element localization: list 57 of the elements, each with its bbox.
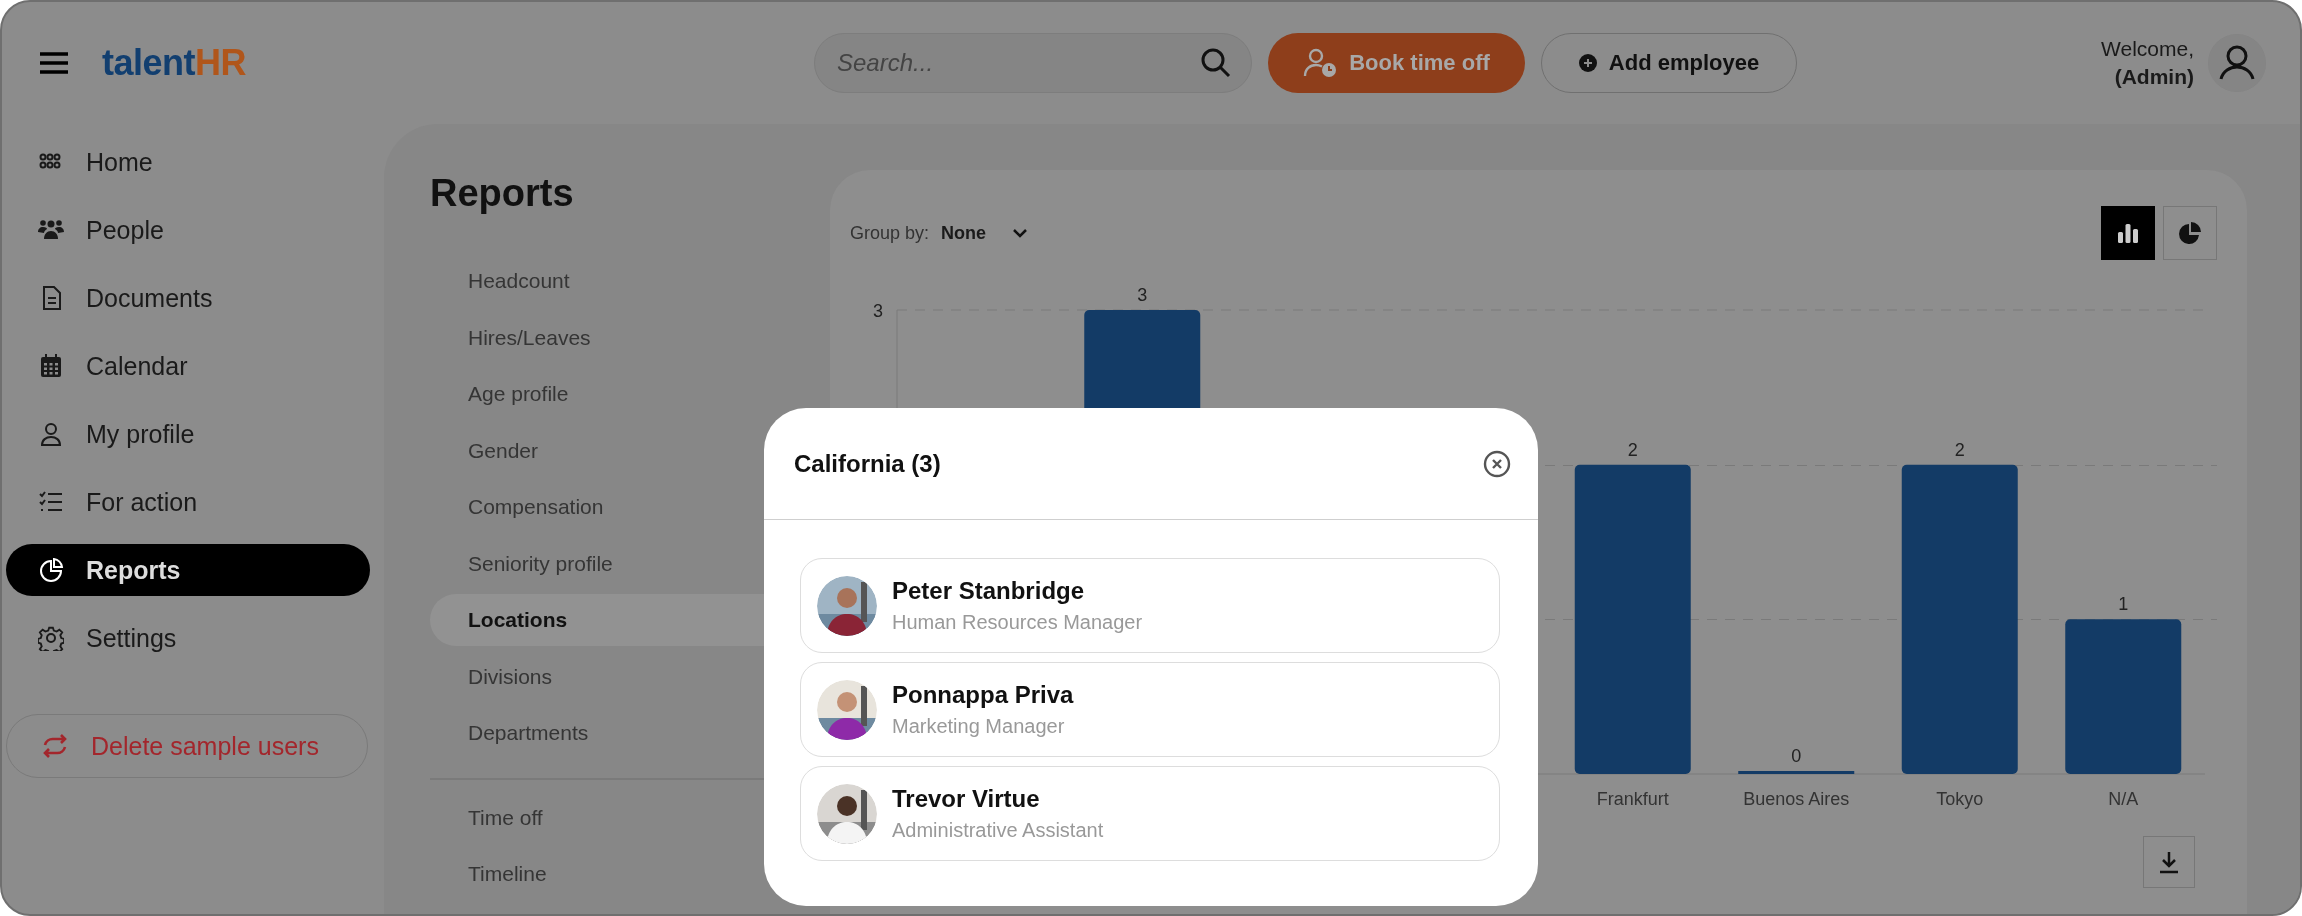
pie-chart-toggle[interactable] bbox=[2163, 206, 2217, 260]
sidebar-item[interactable]: For action bbox=[6, 476, 370, 528]
search-icon[interactable] bbox=[1201, 48, 1231, 78]
person-clock-icon bbox=[1303, 48, 1338, 78]
sidebar-item[interactable]: Documents bbox=[6, 272, 370, 324]
report-menu-item[interactable]: Hires/Leaves bbox=[430, 311, 830, 364]
chevron-down-icon[interactable] bbox=[1012, 228, 1029, 238]
value-label: 2 bbox=[1627, 439, 1638, 460]
value-label: 3 bbox=[1137, 285, 1148, 305]
pie-chart-icon bbox=[38, 557, 64, 583]
logo: talentHR bbox=[102, 42, 246, 84]
category-label: Tokyo bbox=[1936, 789, 1984, 809]
page-title: Reports bbox=[430, 172, 575, 215]
category-label: Frankfurt bbox=[1596, 789, 1669, 809]
report-menu-item[interactable]: Age profile bbox=[430, 368, 830, 420]
job-title: Administrative Assistant bbox=[892, 819, 1104, 842]
calendar-icon bbox=[38, 353, 64, 379]
settings-icon bbox=[38, 625, 64, 651]
value-label: 1 bbox=[2118, 594, 2129, 615]
person-card[interactable]: Ponnappa Priva Marketing Manager bbox=[800, 662, 1500, 757]
group-by-dropdown[interactable]: None bbox=[941, 222, 987, 244]
person-card[interactable]: Trevor Virtue Administrative Assistant bbox=[800, 766, 1500, 861]
book-time-off-button[interactable]: Book time off bbox=[1268, 33, 1525, 93]
pie-chart-icon bbox=[2179, 222, 2201, 244]
download-button[interactable] bbox=[2143, 836, 2195, 888]
person-card[interactable]: Peter Stanbridge Human Resources Manager bbox=[800, 558, 1500, 653]
search-bar[interactable]: Search... bbox=[814, 33, 1252, 93]
download-icon bbox=[2157, 850, 2181, 874]
person-name: Peter Stanbridge bbox=[892, 577, 1086, 605]
person-name: Trevor Virtue bbox=[892, 785, 1041, 813]
axis-label: 3 bbox=[873, 301, 883, 321]
report-menu-item[interactable]: Headcount bbox=[430, 255, 830, 307]
bar-chart-toggle[interactable] bbox=[2101, 206, 2155, 260]
value-label: 0 bbox=[1791, 746, 1802, 766]
user-role: (Admin) bbox=[2114, 65, 2194, 89]
sidebar-item[interactable]: Calendar bbox=[6, 340, 370, 392]
group-by-label: Group by: bbox=[850, 222, 930, 244]
value-label: 2 bbox=[1954, 439, 1965, 460]
category-label: N/A bbox=[2108, 789, 2139, 809]
sidebar-item[interactable]: People bbox=[6, 204, 370, 256]
person-name: Ponnappa Priva bbox=[892, 681, 1074, 709]
person-icon bbox=[38, 421, 64, 447]
sidebar-item[interactable]: My profile bbox=[6, 408, 370, 460]
search-field[interactable]: Search... bbox=[835, 48, 1201, 78]
modal-title: California (3) bbox=[794, 449, 941, 478]
category-label: Buenos Aires bbox=[1743, 789, 1850, 809]
close-icon[interactable] bbox=[1482, 448, 1512, 479]
welcome-text: Welcome, bbox=[2101, 37, 2194, 61]
sidebar-item[interactable]: Reports bbox=[6, 544, 370, 596]
menu-icon[interactable] bbox=[40, 52, 68, 74]
job-title: Human Resources Manager bbox=[892, 611, 1143, 634]
job-title: Marketing Manager bbox=[892, 715, 1066, 738]
refresh-icon bbox=[41, 732, 69, 760]
bar-chart-icon bbox=[2117, 222, 2139, 244]
sidebar-item[interactable]: Home bbox=[6, 136, 370, 188]
sidebar-item[interactable]: Settings bbox=[6, 612, 370, 664]
plus-icon bbox=[1578, 54, 1597, 72]
